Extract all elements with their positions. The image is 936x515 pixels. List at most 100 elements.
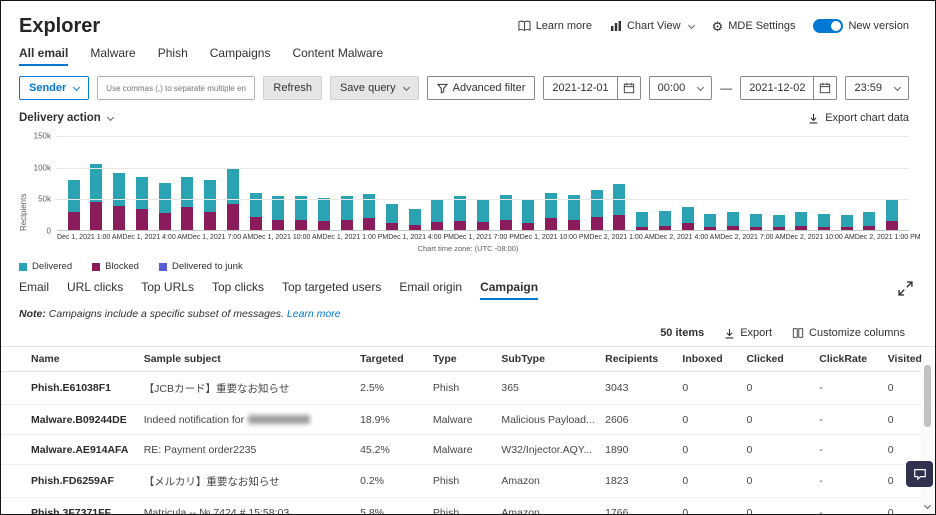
bar-16[interactable] bbox=[431, 200, 443, 231]
customize-columns-button[interactable]: Customize columns bbox=[792, 327, 905, 339]
bar-3[interactable] bbox=[136, 177, 148, 231]
bar-15[interactable] bbox=[409, 209, 421, 231]
bar-31[interactable] bbox=[773, 215, 785, 231]
bar-27[interactable] bbox=[682, 207, 694, 231]
bar-22[interactable] bbox=[568, 195, 580, 231]
bar-30[interactable] bbox=[750, 214, 762, 231]
bar-19[interactable] bbox=[500, 195, 512, 231]
cell-subject: Indeed notification for bbox=[136, 405, 352, 435]
bar-36[interactable] bbox=[886, 199, 898, 231]
delivery-action-dropdown[interactable]: Delivery action bbox=[19, 112, 113, 124]
delivered-segment bbox=[159, 183, 171, 213]
col-clickrate[interactable]: ClickRate bbox=[811, 347, 879, 372]
tab-malware[interactable]: Malware bbox=[90, 46, 135, 66]
feedback-button[interactable] bbox=[906, 461, 933, 487]
cell-name: Malware.AE914AFA bbox=[1, 435, 136, 465]
bar-9[interactable] bbox=[272, 196, 284, 231]
start-time-select[interactable]: 00:00 bbox=[649, 76, 713, 100]
table-row-2[interactable]: Malware.AE914AFARE: Payment order223545.… bbox=[1, 435, 935, 465]
delivered-segment bbox=[545, 193, 557, 218]
bar-4[interactable] bbox=[159, 183, 171, 231]
recipients-chart: Recipients 150k100k50k0 bbox=[19, 136, 909, 231]
advanced-filter-button[interactable]: Advanced filter bbox=[427, 76, 536, 100]
col-type[interactable]: Type bbox=[425, 347, 493, 372]
view-tab-top-clicks[interactable]: Top clicks bbox=[212, 280, 264, 300]
col-recipients[interactable]: Recipients bbox=[597, 347, 674, 372]
expand-button[interactable] bbox=[898, 281, 913, 296]
col-sample-subject[interactable]: Sample subject bbox=[136, 347, 352, 372]
bar-25[interactable] bbox=[636, 212, 648, 231]
bar-34[interactable] bbox=[841, 215, 853, 231]
table-row-3[interactable]: Phish.FD6259AF【メルカリ】重要なお知らせ0.2%PhishAmaz… bbox=[1, 465, 935, 498]
bar-35[interactable] bbox=[863, 212, 875, 231]
view-tab-top-targeted-users[interactable]: Top targeted users bbox=[282, 280, 381, 300]
bar-12[interactable] bbox=[341, 196, 353, 231]
legend-label: Delivered to junk bbox=[172, 261, 243, 272]
blocked-segment bbox=[204, 212, 216, 231]
new-version-toggle[interactable] bbox=[813, 19, 843, 33]
learn-more-button[interactable]: Learn more bbox=[518, 20, 592, 32]
table-row-4[interactable]: Phish.3F7371FFMatricula -- №.7424 # 15:5… bbox=[1, 498, 935, 515]
export-button[interactable]: Export bbox=[724, 327, 772, 339]
delivery-action-label: Delivery action bbox=[19, 112, 101, 124]
tab-content-malware[interactable]: Content Malware bbox=[292, 46, 383, 66]
bar-20[interactable] bbox=[522, 200, 534, 231]
delivered-segment bbox=[409, 209, 421, 225]
filter-input[interactable] bbox=[97, 76, 255, 100]
scrollbar-thumb[interactable] bbox=[924, 365, 931, 427]
col-name[interactable]: Name bbox=[1, 347, 136, 372]
scroll-down-button[interactable] bbox=[921, 499, 934, 513]
bar-33[interactable] bbox=[818, 214, 830, 231]
col-subtype[interactable]: SubType bbox=[493, 347, 597, 372]
delivered-segment bbox=[886, 199, 898, 221]
table-row-0[interactable]: Phish.E61038F1【JCBカード】重要なお知らせ2.5%Phish36… bbox=[1, 372, 935, 405]
bar-32[interactable] bbox=[795, 212, 807, 231]
calendar-icon[interactable] bbox=[813, 76, 837, 100]
delivered-segment bbox=[68, 180, 80, 212]
delivered-segment bbox=[795, 212, 807, 226]
delivered-segment bbox=[250, 193, 262, 217]
view-tab-email[interactable]: Email bbox=[19, 280, 49, 300]
bar-24[interactable] bbox=[613, 184, 625, 231]
mde-settings-button[interactable]: ⚙ MDE Settings bbox=[712, 20, 796, 33]
bar-11[interactable] bbox=[318, 198, 330, 231]
legend-swatch bbox=[92, 263, 100, 271]
bar-14[interactable] bbox=[386, 204, 398, 231]
bar-17[interactable] bbox=[454, 196, 466, 231]
view-tab-top-urls[interactable]: Top URLs bbox=[141, 280, 194, 300]
bar-1[interactable] bbox=[90, 164, 102, 231]
bar-5[interactable] bbox=[181, 177, 193, 231]
bar-28[interactable] bbox=[704, 214, 716, 231]
end-time-select[interactable]: 23:59 bbox=[845, 76, 909, 100]
tab-phish[interactable]: Phish bbox=[158, 46, 188, 66]
col-inboxed[interactable]: Inboxed bbox=[674, 347, 738, 372]
bar-10[interactable] bbox=[295, 196, 307, 231]
table-row-1[interactable]: Malware.B09244DEIndeed notification for1… bbox=[1, 405, 935, 435]
tab-all-email[interactable]: All email bbox=[19, 46, 68, 66]
bar-6[interactable] bbox=[204, 180, 216, 231]
view-tab-email-origin[interactable]: Email origin bbox=[399, 280, 462, 300]
calendar-icon[interactable] bbox=[617, 76, 641, 100]
bar-18[interactable] bbox=[477, 199, 489, 231]
cell-inboxed: 0 bbox=[674, 435, 738, 465]
note-learn-more-link[interactable]: Learn more bbox=[287, 308, 341, 320]
col-clicked[interactable]: Clicked bbox=[738, 347, 811, 372]
bar-23[interactable] bbox=[591, 190, 603, 231]
col-targeted[interactable]: Targeted bbox=[352, 347, 425, 372]
end-date-input[interactable]: 2021-12-02 bbox=[740, 76, 813, 100]
bar-2[interactable] bbox=[113, 173, 125, 231]
save-query-dropdown[interactable]: Save query bbox=[330, 76, 419, 100]
tab-campaigns[interactable]: Campaigns bbox=[210, 46, 271, 66]
chart-view-dropdown[interactable]: Chart View bbox=[610, 20, 694, 32]
sender-dropdown[interactable]: Sender bbox=[19, 76, 89, 100]
cell-type: Malware bbox=[425, 405, 493, 435]
delivered-segment bbox=[841, 215, 853, 227]
bar-0[interactable] bbox=[68, 180, 80, 231]
start-date-input[interactable]: 2021-12-01 bbox=[543, 76, 616, 100]
bar-29[interactable] bbox=[727, 212, 739, 231]
refresh-button[interactable]: Refresh bbox=[263, 76, 322, 100]
view-tab-campaign[interactable]: Campaign bbox=[480, 280, 538, 300]
view-tab-url-clicks[interactable]: URL clicks bbox=[67, 280, 123, 300]
bar-26[interactable] bbox=[659, 211, 671, 231]
export-chart-data-button[interactable]: Export chart data bbox=[808, 112, 909, 124]
